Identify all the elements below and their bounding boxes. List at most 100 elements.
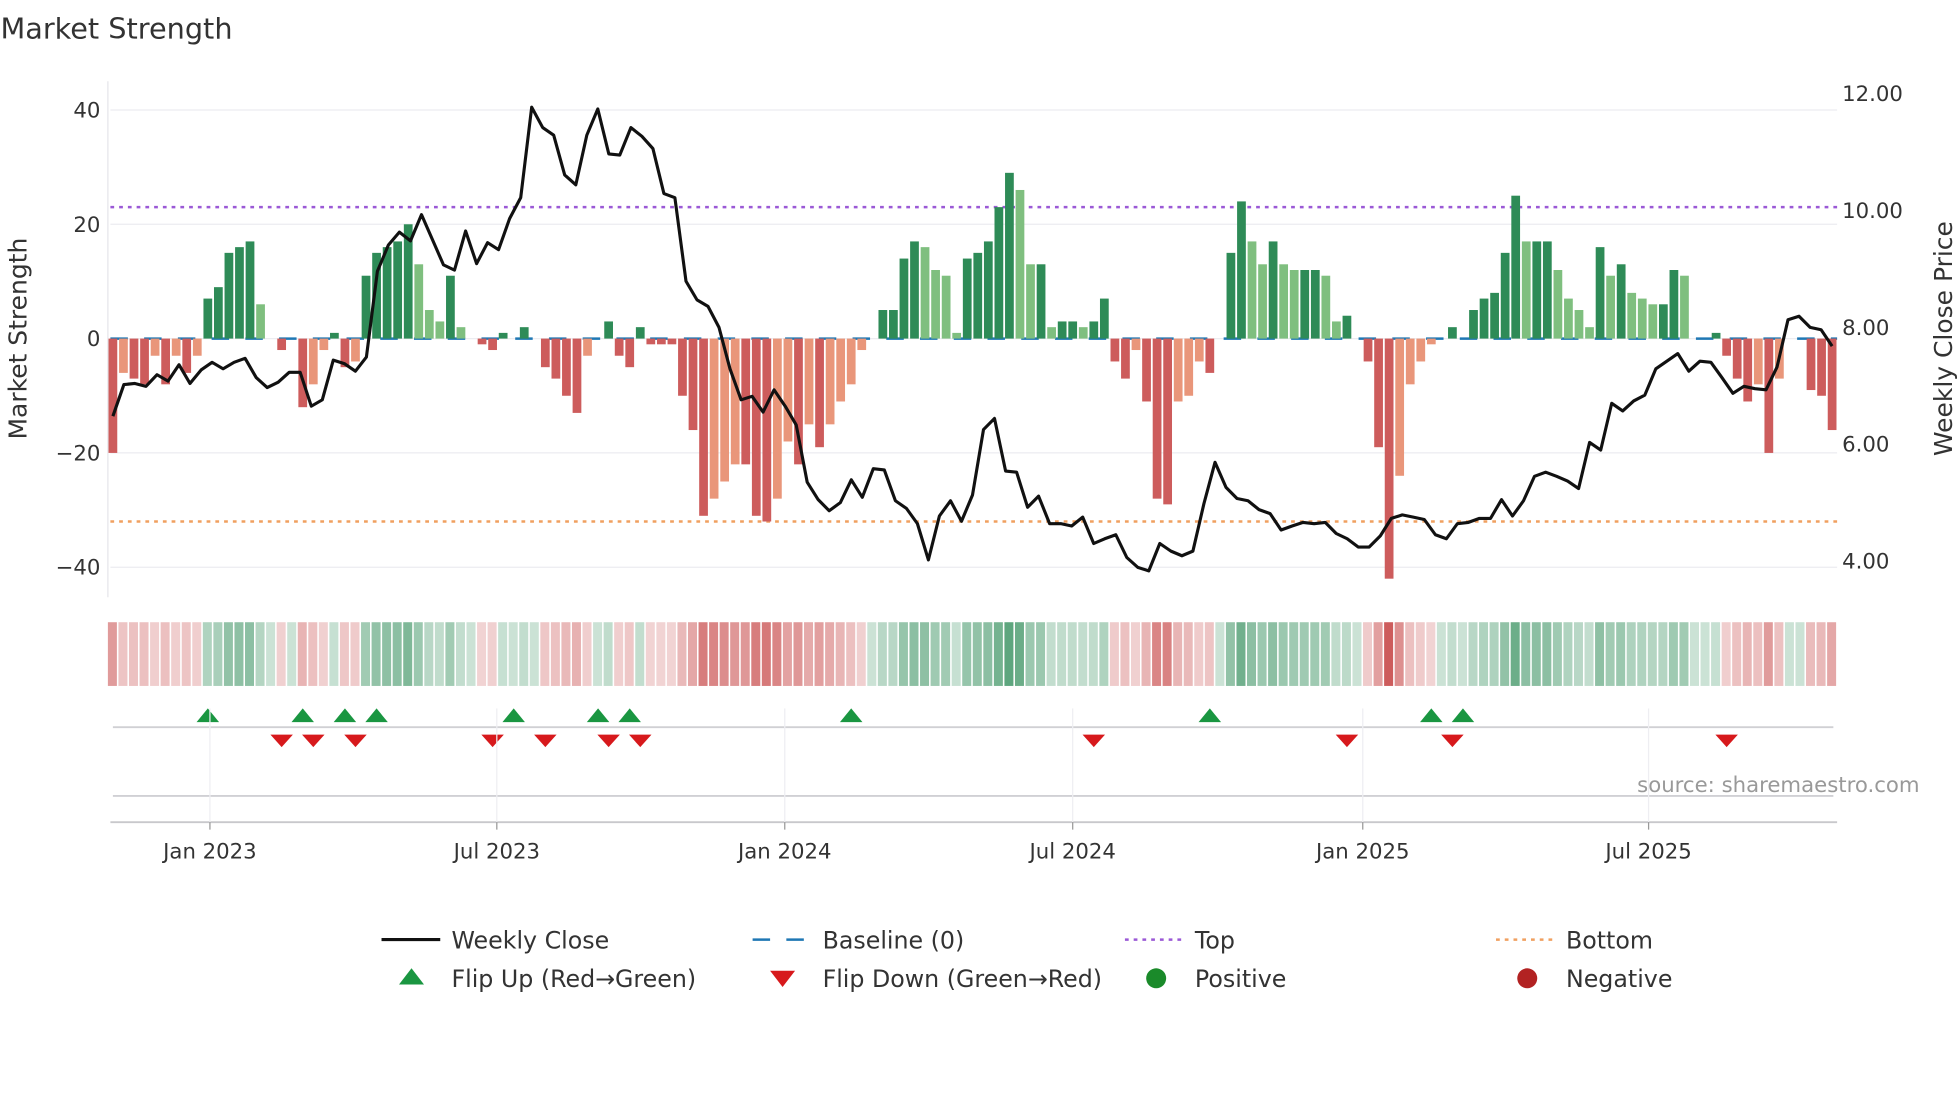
positive-bar <box>1595 247 1605 339</box>
negative-bar <box>646 338 656 345</box>
negative-bar <box>846 338 856 385</box>
heat-cell <box>1004 622 1014 686</box>
heat-cell <box>424 622 434 686</box>
heat-cell <box>1763 622 1773 686</box>
legend-label: Top <box>1194 926 1235 954</box>
positive-bar <box>393 241 403 339</box>
heat-cell <box>1057 622 1067 686</box>
heat-cell <box>1426 622 1436 686</box>
heat-cell <box>107 622 117 686</box>
positive-bar <box>1574 310 1584 339</box>
y-tick-label: 0 <box>87 327 101 352</box>
positive-bar <box>1658 304 1668 339</box>
heat-cell <box>983 622 993 686</box>
flip-down-marker <box>1082 734 1106 748</box>
positive-bar <box>1047 327 1056 339</box>
negative-bar <box>730 338 740 465</box>
heat-cell <box>1331 622 1341 686</box>
negative-bar <box>1416 338 1426 362</box>
heat-cell <box>1363 622 1373 686</box>
heat-cell <box>150 622 160 686</box>
heat-cell <box>297 622 307 686</box>
legend-label: Bottom <box>1566 926 1653 954</box>
heat-cell <box>1700 622 1710 686</box>
legend-label: Baseline (0) <box>823 926 965 954</box>
heat-cell <box>688 622 697 686</box>
heat-cell <box>1268 622 1278 686</box>
positive-bar <box>498 332 508 339</box>
positive-bar <box>245 241 255 339</box>
positive-bar <box>1469 310 1478 339</box>
positive-bar <box>1669 270 1679 339</box>
negative-bar <box>1163 338 1173 505</box>
x-tick-label: Jul 2024 <box>1027 839 1115 864</box>
negative-bar <box>1722 338 1732 356</box>
x-tick-label: Jan 2023 <box>161 839 257 864</box>
positive-bar <box>1500 252 1510 339</box>
positive-bar <box>424 310 434 339</box>
negative-bar <box>667 338 677 345</box>
positive-bar <box>1289 270 1299 339</box>
flip-down-marker <box>302 734 325 748</box>
heat-cell <box>1109 622 1119 686</box>
flip-up-marker <box>1420 708 1443 723</box>
negative-bar <box>1384 338 1394 579</box>
flip-up-marker <box>1198 708 1222 723</box>
negative-bar <box>614 338 624 356</box>
heat-cell <box>245 622 255 686</box>
legend-flip-up-icon <box>399 968 425 985</box>
positive-bar <box>213 287 223 339</box>
legend-label: Weekly Close <box>451 926 609 954</box>
heat-cell <box>1014 622 1024 686</box>
negative-bar <box>1184 338 1194 396</box>
heat-cell <box>1637 622 1647 686</box>
heat-cell <box>266 622 276 686</box>
y-tick-label: −20 <box>56 441 101 466</box>
negative-bar <box>1426 338 1436 345</box>
x-tick-label: Jul 2025 <box>1603 839 1691 864</box>
heat-cell <box>1225 622 1235 686</box>
heat-cell <box>1046 622 1056 686</box>
heat-cell <box>1236 622 1246 686</box>
heat-cell <box>1605 622 1615 686</box>
heat-cell <box>719 622 729 686</box>
negative-bar <box>751 338 761 516</box>
positive-bar <box>1564 298 1573 339</box>
heat-cell <box>1742 622 1752 686</box>
negative-bar <box>171 338 181 356</box>
positive-bar <box>1616 264 1626 339</box>
negative-bar <box>1173 338 1183 402</box>
positive-bar <box>983 241 993 339</box>
flip-down-marker <box>270 734 293 748</box>
legend-negative-icon <box>1517 968 1538 989</box>
negative-bar <box>477 338 487 345</box>
x-tick-label: Jan 2024 <box>736 839 832 864</box>
negative-bar <box>1806 338 1816 391</box>
heat-cell <box>1753 622 1763 686</box>
heat-cell <box>740 622 750 686</box>
positive-bar <box>414 264 424 339</box>
negative-bar <box>572 338 582 413</box>
positive-bar <box>224 252 234 339</box>
y2-axis-title: Weekly Close Price <box>1929 221 1958 456</box>
negative-bar <box>1405 338 1415 385</box>
heat-cell <box>1521 622 1531 686</box>
heat-cell <box>825 622 835 686</box>
heat-cell <box>1405 622 1415 686</box>
flip-down-marker <box>597 734 620 748</box>
heat-cell <box>1647 622 1657 686</box>
heat-cell <box>1711 622 1721 686</box>
heat-cell <box>814 622 824 686</box>
negative-bar <box>1732 338 1742 379</box>
negative-bar <box>825 338 835 425</box>
positive-bar <box>1099 298 1109 339</box>
positive-bar <box>1300 270 1310 339</box>
positive-bar <box>910 241 919 339</box>
heat-cell <box>287 622 297 686</box>
heat-cell <box>1774 622 1784 686</box>
heat-cell <box>1194 622 1204 686</box>
positive-bar <box>1680 275 1689 339</box>
positive-bar <box>1532 241 1542 339</box>
heat-cell <box>308 622 318 686</box>
positive-bar <box>1511 195 1521 339</box>
